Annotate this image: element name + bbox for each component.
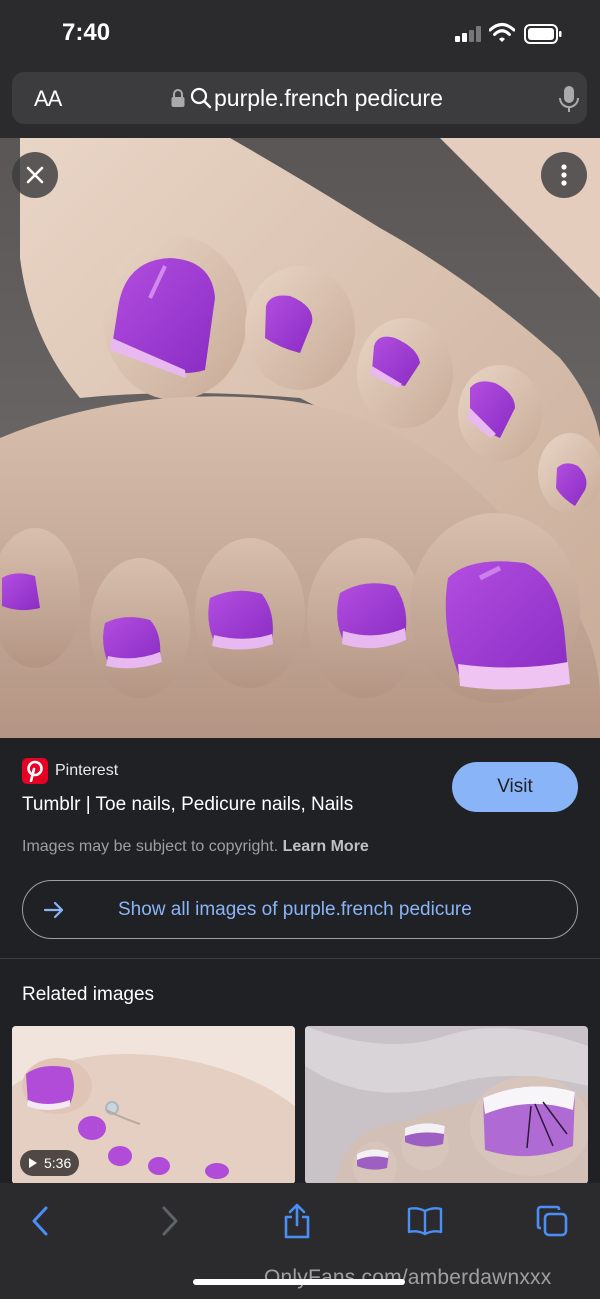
status-bar: 7:40: [0, 0, 600, 66]
copyright-notice: Images may be subject to copyright. Lear…: [22, 838, 369, 856]
forward-button[interactable]: [150, 1201, 190, 1241]
duration-text: 5:36: [44, 1155, 72, 1171]
pinterest-logo-icon: [22, 758, 48, 784]
source-row[interactable]: Pinterest: [22, 758, 118, 784]
source-name: Pinterest: [55, 762, 119, 779]
learn-more-link[interactable]: Learn More: [283, 838, 369, 855]
bookmarks-button[interactable]: [405, 1201, 445, 1241]
browser-toolbar: OnlyFans.com/amberdawnxxx: [0, 1183, 600, 1299]
section-divider: [0, 958, 600, 959]
status-time: 7:40: [62, 19, 111, 46]
back-button[interactable]: [20, 1201, 60, 1241]
show-all-images-button[interactable]: Show all images of purple.french pedicur…: [22, 880, 578, 939]
show-all-label: Show all images of purple.french pedicur…: [118, 899, 472, 920]
share-icon: [284, 1203, 310, 1239]
close-button[interactable]: [12, 152, 58, 198]
lock-icon: [171, 89, 185, 107]
related-image-thumbnail[interactable]: 5:36: [12, 1026, 295, 1184]
visit-button[interactable]: Visit: [452, 762, 578, 812]
share-button[interactable]: [277, 1201, 317, 1241]
more-vertical-icon: [561, 164, 567, 186]
cellular-signal-icon: [455, 26, 483, 42]
copyright-text: Images may be subject to copyright.: [22, 838, 279, 855]
address-text[interactable]: purple.french pedicure: [214, 85, 443, 112]
more-options-button[interactable]: [541, 152, 587, 198]
tabs-button[interactable]: [532, 1201, 572, 1241]
watermark-text: OnlyFans.com/amberdawnxxx: [264, 1266, 552, 1289]
text-size-button[interactable]: AA: [34, 86, 62, 112]
address-field[interactable]: AA purple.french pedicure: [12, 72, 587, 124]
battery-icon: [524, 24, 562, 44]
close-icon: [26, 166, 44, 184]
result-title[interactable]: Tumblr | Toe nails, Pedicure nails, Nail…: [22, 794, 353, 816]
search-icon: [190, 87, 212, 109]
result-image[interactable]: [0, 138, 600, 738]
microphone-icon[interactable]: [558, 84, 580, 114]
forward-icon: [162, 1206, 178, 1236]
browser-address-bar: AA purple.french pedicure: [0, 66, 600, 138]
result-info-panel: Pinterest Tumblr | Toe nails, Pedicure n…: [0, 738, 600, 958]
arrow-right-icon: [43, 901, 64, 919]
back-icon: [32, 1206, 48, 1236]
wifi-icon: [489, 23, 515, 42]
related-image-thumbnail[interactable]: [305, 1026, 588, 1184]
related-images-heading: Related images: [22, 984, 155, 1005]
video-duration-badge: 5:36: [20, 1150, 80, 1176]
play-icon: [29, 1158, 37, 1168]
bookmarks-icon: [407, 1207, 443, 1236]
related-image-2: [305, 1026, 588, 1184]
tabs-icon: [536, 1205, 568, 1237]
pedicure-photo: [0, 138, 600, 738]
